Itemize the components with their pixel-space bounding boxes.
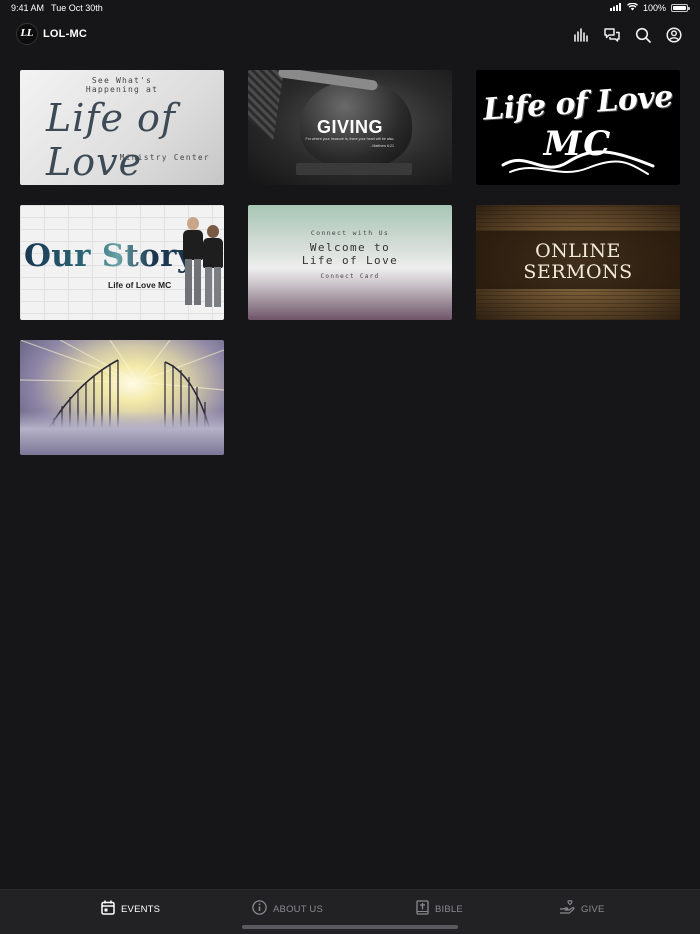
tile-footer: Connect Card [320,273,380,280]
person-figure [202,223,223,311]
clouds [20,411,224,455]
app-title: LOL-MC [43,28,87,40]
tile-heaven-gates[interactable] [20,340,224,455]
search-icon[interactable] [634,26,652,44]
tile-subtitle: Life of Love MC [108,280,172,290]
app-logo[interactable]: LL [16,23,38,45]
tile-script-title: Life of Love [46,96,176,184]
tile-online-sermons[interactable]: ONLINE SERMONS [476,205,680,320]
tab-about-us-label: ABOUT US [273,903,323,915]
logo-swash [501,150,655,175]
tab-give-label: GIVE [581,903,605,915]
tab-events[interactable]: EVENTS [101,900,160,918]
tab-bible[interactable]: BIBLE [416,900,463,918]
battery-percent: 100% [642,3,666,13]
tile-tagline: Ministry Center [119,153,210,162]
tab-about-us[interactable]: ABOUT US [252,900,323,918]
bible-icon [416,900,429,918]
tile-title: GIVING [316,117,383,137]
app-header: LL LOL-MC [0,20,700,50]
home-indicator[interactable] [242,925,458,929]
content-grid: See What's Happening at Life of Love Mini… [20,70,680,455]
tile-title: Our Story [24,238,196,274]
tab-give[interactable]: GIVE [559,900,605,918]
tile-life-of-love-logo[interactable]: Life of Love MC [476,70,680,185]
calendar-icon [101,900,115,918]
profile-icon[interactable] [665,26,683,44]
status-bar: 9:41 AM Tue Oct 30th 100% [0,0,700,18]
battery-icon [671,4,690,12]
tile-our-story[interactable]: Our Story Life of Love MC [20,205,224,320]
chat-icon[interactable] [603,26,621,44]
tile-whats-happening[interactable]: See What's Happening at Life of Love Mini… [20,70,224,185]
tile-giving[interactable]: GIVING For where your treasure is, there… [248,70,452,185]
tile-kicker: Connect with Us [310,229,390,237]
tile-verse: For where your treasure is, there your h… [305,137,395,141]
status-date: Tue Oct 30th [51,3,103,13]
tab-events-label: EVENTS [121,903,161,915]
audio-bars-icon[interactable] [572,26,590,44]
wifi-icon [626,2,638,13]
info-icon [252,900,267,918]
giving-hand-icon [559,900,575,918]
tile-connect-card[interactable]: Connect with Us Welcome to Life of Love C… [248,205,452,320]
logo-script: Life of Love [482,79,674,128]
signal-icon [609,3,622,13]
person-figure [182,217,204,309]
tile-verse-reference: - Matthew 6:21 [370,144,394,148]
tile-title: ONLINE SERMONS [523,240,633,283]
tile-kicker: See What's Happening at [85,76,159,94]
tile-title: Welcome to Life of Love [301,241,399,267]
tab-bible-label: BIBLE [435,903,463,915]
status-time: 9:41 AM [11,3,45,13]
